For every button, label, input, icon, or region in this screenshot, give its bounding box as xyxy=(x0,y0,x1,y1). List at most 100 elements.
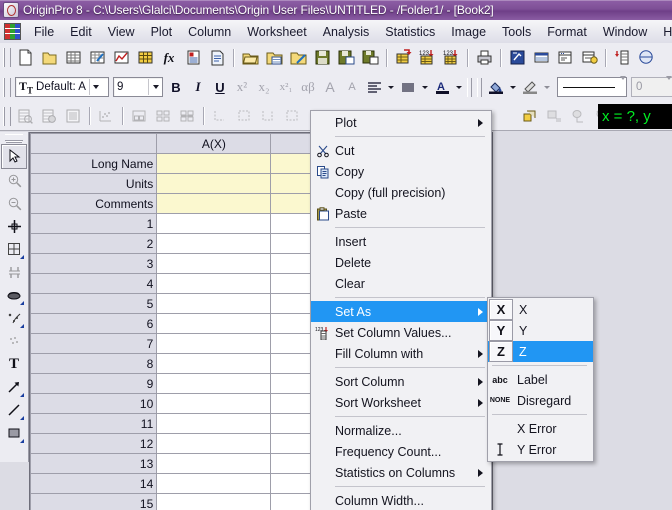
new-workbook-icon[interactable] xyxy=(62,47,84,68)
new-function-plot-icon[interactable]: fx xyxy=(158,47,180,68)
menu-worksheet[interactable]: Worksheet xyxy=(239,23,315,41)
cell-r2-AX[interactable] xyxy=(156,233,272,254)
menu-image[interactable]: Image xyxy=(443,23,494,41)
font-name-dropdown-arrow[interactable] xyxy=(88,79,103,95)
new-project-icon[interactable] xyxy=(14,47,36,68)
arrange-layers-2x2-icon[interactable] xyxy=(152,106,174,127)
context-menu-item-sort-column[interactable]: Sort Column xyxy=(311,371,491,392)
row-header-3[interactable]: 3 xyxy=(30,253,158,274)
zoom-out-tool-icon[interactable] xyxy=(2,192,26,215)
save-project-icon[interactable] xyxy=(311,47,333,68)
line-color-dropdown-arrow[interactable] xyxy=(541,77,553,97)
menu-window[interactable]: Window xyxy=(595,23,655,41)
font-size-combo[interactable]: 9 xyxy=(113,77,163,97)
superscript-subscript-button[interactable]: x²₁ xyxy=(276,77,296,97)
greek-button[interactable]: αβ xyxy=(298,77,318,97)
row-header-2[interactable]: 2 xyxy=(30,233,158,254)
open-template-icon[interactable] xyxy=(263,47,285,68)
column-context-menu[interactable]: Plot Cut Copy Copy (full precision) Past… xyxy=(310,110,492,510)
menu-plot[interactable]: Plot xyxy=(143,23,181,41)
add-object-to-graph-icon[interactable] xyxy=(567,106,589,127)
line-width-dropdown-arrow[interactable] xyxy=(666,76,672,94)
new-excel-icon[interactable] xyxy=(86,47,108,68)
data-selector-tool-icon[interactable] xyxy=(2,261,26,284)
superscript-button[interactable]: x² xyxy=(232,77,252,97)
submenu-item-y-error[interactable]: Y Error xyxy=(488,439,593,460)
save-window-icon[interactable] xyxy=(359,47,381,68)
cell-r7-AX[interactable] xyxy=(156,333,272,354)
cell-r11-AX[interactable] xyxy=(156,413,272,434)
toolbar-grip[interactable] xyxy=(3,77,11,97)
palette-grip[interactable] xyxy=(5,134,23,141)
fill-color-dropdown-arrow[interactable] xyxy=(507,77,519,97)
context-menu-item-statistics-on-columns[interactable]: Statistics on Columns xyxy=(311,462,491,483)
context-menu-item-frequency-count[interactable]: Frequency Count... xyxy=(311,441,491,462)
line-style-dropdown-arrow[interactable] xyxy=(620,76,626,94)
submenu-item-x-error[interactable]: X Error xyxy=(488,418,593,439)
submenu-item-disregard[interactable]: NONE Disregard xyxy=(488,390,593,411)
draw-data-tool-icon[interactable] xyxy=(2,330,26,353)
cell-r1-AX[interactable] xyxy=(156,213,272,234)
command-window-icon[interactable] xyxy=(554,47,576,68)
screen-reader-tool-icon[interactable] xyxy=(2,238,26,261)
menu-view[interactable]: View xyxy=(100,23,143,41)
menu-tools[interactable]: Tools xyxy=(494,23,539,41)
context-menu-item-sort-worksheet[interactable]: Sort Worksheet xyxy=(311,392,491,413)
align-middle-icon[interactable] xyxy=(281,106,303,127)
menu-format[interactable]: Format xyxy=(539,23,595,41)
context-menu-item-delete[interactable]: Delete xyxy=(311,252,491,273)
code-builder-icon[interactable] xyxy=(578,47,600,68)
submenu-item-y[interactable]: Y Y xyxy=(488,320,593,341)
context-menu-item-cut[interactable]: Cut xyxy=(311,140,491,161)
font-name-combo[interactable]: TT Default: A xyxy=(15,77,109,97)
cell-units-a[interactable] xyxy=(156,173,272,194)
context-menu-item-normalize[interactable]: Normalize... xyxy=(311,420,491,441)
toolbar-grip[interactable] xyxy=(467,77,472,97)
pointer-tool-icon[interactable] xyxy=(1,144,27,169)
context-menu-item-set-as[interactable]: Set As xyxy=(311,301,491,322)
pattern-dropdown-arrow[interactable] xyxy=(419,77,431,97)
toolbar-grip[interactable] xyxy=(3,106,11,126)
cell-r10-AX[interactable] xyxy=(156,393,272,414)
context-menu-item-copy-full-precision[interactable]: Copy (full precision) xyxy=(311,182,491,203)
row-header-long-name[interactable]: Long Name xyxy=(30,153,158,174)
row-header-11[interactable]: 11 xyxy=(30,413,158,434)
pattern-fill-icon[interactable] xyxy=(398,77,418,97)
toolbar-grip[interactable] xyxy=(477,77,482,97)
add-new-column-icon[interactable] xyxy=(14,106,36,127)
import-single-ascii-icon[interactable]: 123 xyxy=(416,47,438,68)
cell-r15-AX[interactable] xyxy=(156,493,272,510)
context-menu-item-paste[interactable]: Paste xyxy=(311,203,491,224)
menu-column[interactable]: Column xyxy=(180,23,239,41)
context-menu-item-clear[interactable]: Clear xyxy=(311,273,491,294)
align-bottom-left-icon[interactable] xyxy=(209,106,231,127)
line-tool-icon[interactable] xyxy=(2,399,26,422)
new-graph-icon[interactable] xyxy=(110,47,132,68)
set-as-submenu[interactable]: X X Y Y Z Z abc Label NONE Disregard X E… xyxy=(487,297,594,462)
menu-help[interactable]: Help xyxy=(655,23,672,41)
line-width-combo[interactable]: 0 xyxy=(631,76,672,97)
cell-longname-a[interactable] xyxy=(156,153,272,174)
font-color-dropdown-arrow[interactable] xyxy=(453,77,465,97)
row-header-9[interactable]: 9 xyxy=(30,373,158,394)
context-menu-item-insert[interactable]: Insert xyxy=(311,231,491,252)
align-top-icon[interactable] xyxy=(233,106,255,127)
cell-r6-AX[interactable] xyxy=(156,313,272,334)
data-reader-tool-icon[interactable] xyxy=(2,215,26,238)
row-header-8[interactable]: 8 xyxy=(30,353,158,374)
cell-r4-AX[interactable] xyxy=(156,273,272,294)
cell-r3-AX[interactable] xyxy=(156,253,272,274)
project-explorer-icon[interactable] xyxy=(506,47,528,68)
subscript-button[interactable]: x₂ xyxy=(254,77,274,97)
results-log-icon[interactable] xyxy=(530,47,552,68)
cell-comments-a[interactable] xyxy=(156,193,272,214)
row-header-5[interactable]: 5 xyxy=(30,293,158,314)
new-legend-icon[interactable] xyxy=(543,106,565,127)
arrow-tool-icon[interactable] xyxy=(2,376,26,399)
bold-button[interactable]: B xyxy=(166,77,186,97)
align-dropdown-arrow[interactable] xyxy=(385,77,397,97)
font-color-icon[interactable]: A xyxy=(432,77,452,97)
context-menu-item-column-width[interactable]: Column Width... xyxy=(311,490,491,510)
toolbar-grip[interactable] xyxy=(3,48,11,67)
open-excel-icon[interactable] xyxy=(287,47,309,68)
